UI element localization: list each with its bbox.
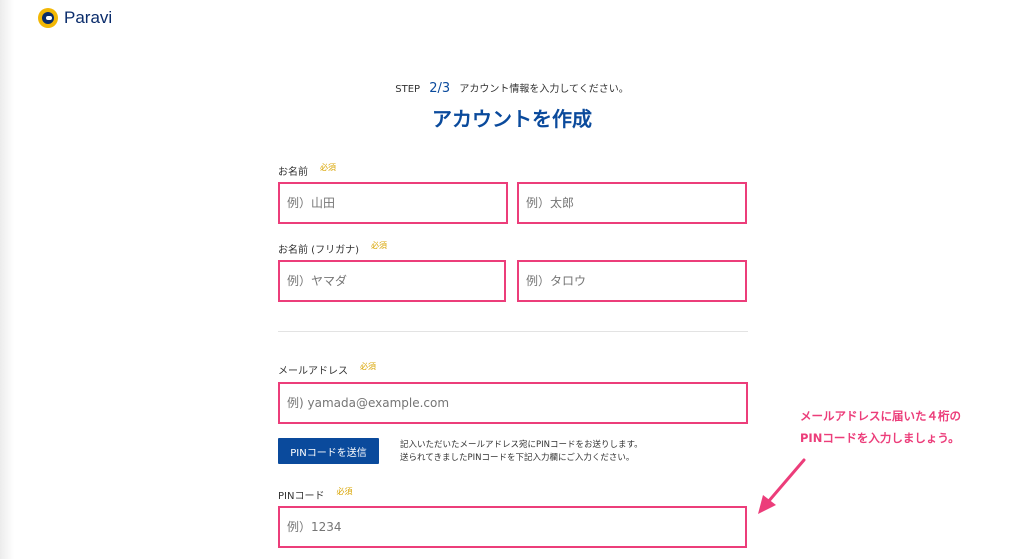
pin-note-line-1: 記入いただいたメールアドレス宛にPINコードをお送りします。 [400, 440, 643, 450]
first-name-kana-input[interactable] [517, 260, 747, 302]
step-number: 2/3 [429, 81, 451, 96]
section-divider [278, 331, 748, 332]
step-prefix: STEP [395, 84, 421, 95]
brand-name: Paravi [64, 8, 113, 27]
page-title: アカウントを作成 [432, 107, 592, 131]
kana-label-text: お名前 (フリガナ) [278, 245, 359, 256]
last-name-kana-input[interactable] [278, 260, 506, 302]
pin-label-text: PINコード [278, 491, 325, 502]
send-pin-button[interactable]: PINコードを送信 [278, 438, 379, 464]
annotation-callout: メールアドレスに届いた４桁の PINコードを入力しましょう。 [800, 405, 961, 449]
email-label-text: メールアドレス [278, 366, 348, 377]
paravi-logo-icon [38, 8, 58, 28]
first-name-input[interactable] [517, 182, 747, 224]
required-badge: 必須 [370, 241, 387, 250]
required-badge: 必須 [336, 487, 353, 496]
required-badge: 必須 [320, 163, 336, 172]
name-label: お名前 必須 [278, 163, 336, 178]
email-label: メールアドレス 必須 [278, 362, 376, 377]
step-indicator: STEP 2/3 アカウント情報を入力してください。 [0, 80, 1024, 96]
annotation-line-1: メールアドレスに届いた４桁の [800, 409, 961, 423]
required-badge: 必須 [360, 362, 376, 371]
annotation-line-2: PINコードを入力しましょう。 [800, 431, 960, 445]
name-label-text: お名前 [278, 167, 308, 178]
email-input[interactable] [278, 382, 748, 424]
pin-label: PINコード 必須 [278, 487, 352, 502]
last-name-input[interactable] [278, 182, 508, 224]
pin-code-input[interactable] [278, 506, 747, 548]
step-description: アカウント情報を入力してください。 [459, 84, 629, 95]
annotation-arrow-icon [758, 458, 806, 514]
pin-note-line-2: 送られてきましたPINコードを下記入力欄にご入力ください。 [400, 453, 635, 463]
kana-label: お名前 (フリガナ) 必須 [278, 241, 387, 256]
paravi-logo[interactable]: Paravi [38, 8, 112, 28]
pin-instructions: 記入いただいたメールアドレス宛にPINコードをお送りします。 送られてきましたP… [400, 439, 643, 465]
